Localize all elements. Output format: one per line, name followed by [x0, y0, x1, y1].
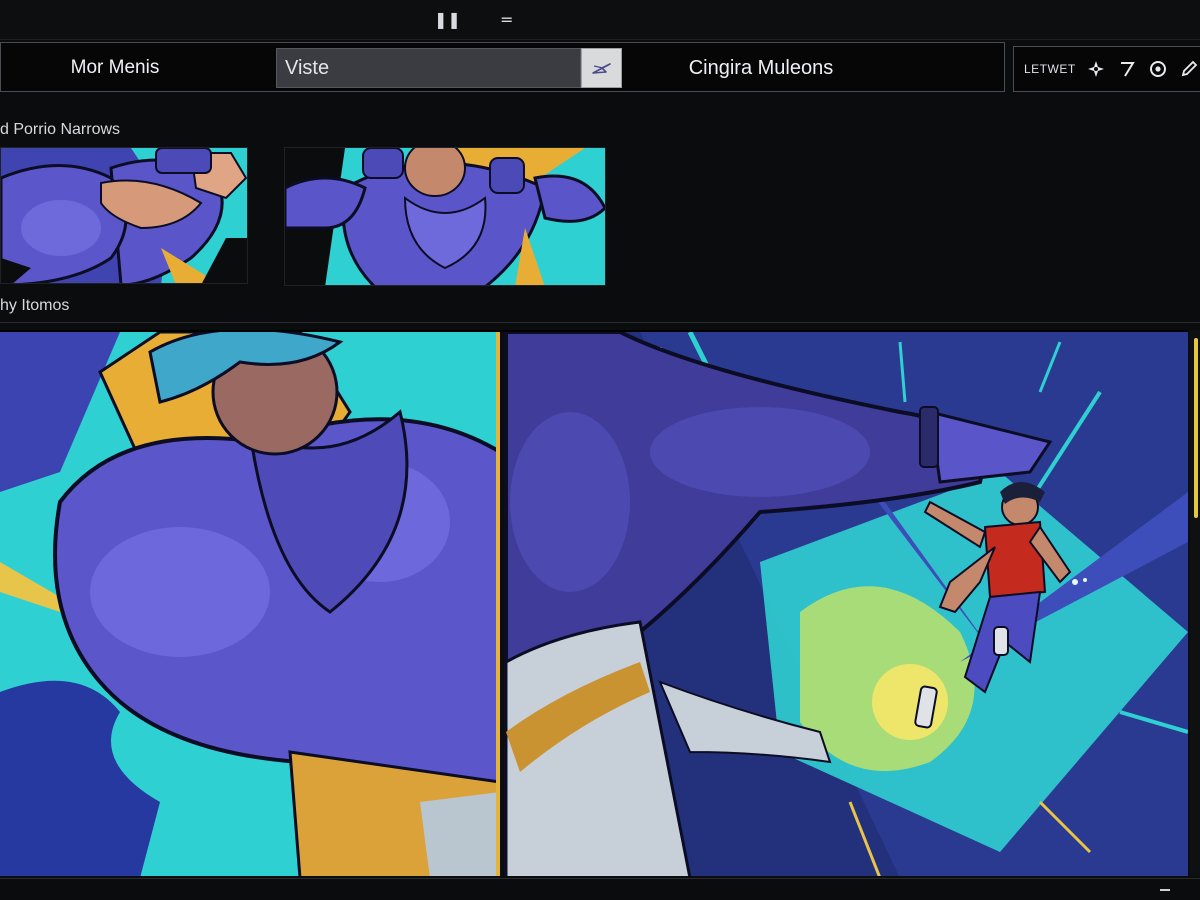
right-tools-label[interactable]: LETWET — [1024, 62, 1076, 76]
settings-spark-icon[interactable] — [1086, 58, 1107, 80]
pause-icon[interactable]: ❚❚ — [434, 10, 461, 30]
comic-thumbnail-image-1 — [1, 148, 247, 283]
window-titlebar: ❚❚ = — [0, 0, 1200, 40]
send-arrow-icon — [591, 63, 611, 74]
section-label-bottom: hy Itomos — [0, 297, 70, 314]
minimize-mark-icon[interactable] — [1160, 889, 1170, 891]
slash-icon[interactable] — [1117, 58, 1138, 80]
search-input[interactable]: Viste — [276, 48, 581, 88]
edit-pencil-icon[interactable] — [1179, 58, 1200, 80]
more-menus-button[interactable]: Mor Menis — [1, 43, 229, 91]
section-label-top: d Porrio Narrows — [0, 121, 121, 138]
main-comic-panel[interactable] — [0, 330, 1188, 876]
scrollbar-thumb[interactable] — [1194, 338, 1198, 518]
comic-page-image — [0, 332, 1188, 876]
right-tool-group: LETWET — [1013, 46, 1200, 92]
comic-thumbnail-image-2 — [285, 148, 605, 285]
section-divider — [0, 322, 1200, 323]
main-toolbar: Mor Menis Viste Cingira Muleons — [0, 42, 1005, 92]
record-icon[interactable] — [1148, 58, 1169, 80]
comic-viewer-app: ❚❚ = Mor Menis Viste Cingira Muleons LET… — [0, 0, 1200, 900]
menu-icon[interactable]: = — [500, 10, 513, 30]
vertical-scrollbar[interactable] — [1190, 330, 1200, 876]
bottom-status-bar — [0, 878, 1200, 900]
thumbnail-1[interactable] — [0, 147, 248, 284]
toolbar-title: Cingira Muleons — [688, 57, 834, 79]
thumbnail-2[interactable] — [284, 147, 606, 286]
search-submit-button[interactable] — [581, 48, 622, 88]
